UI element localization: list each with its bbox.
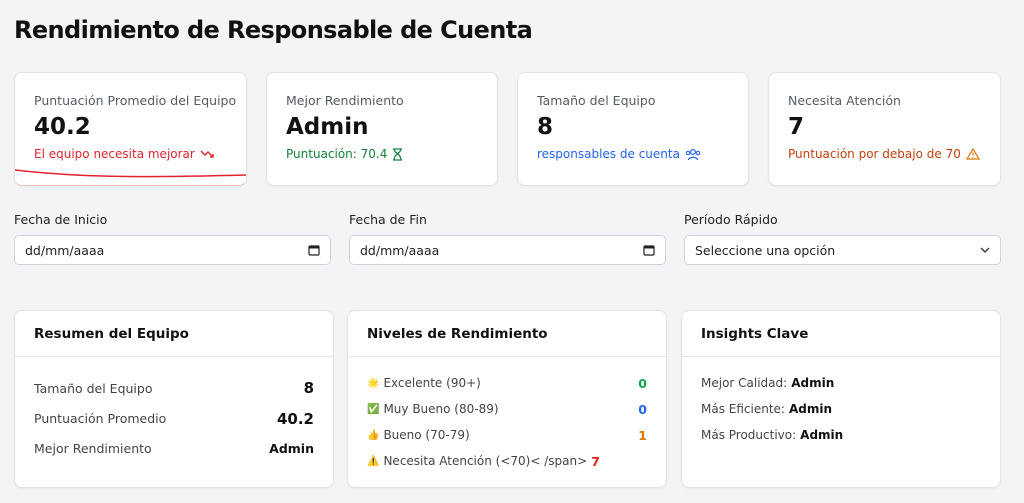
quick-period-select[interactable]: Seleccione una opción [684, 235, 1001, 265]
trending-down-icon [200, 148, 214, 160]
stat-label: Mejor Rendimiento [286, 93, 404, 108]
level-row-very-good: ✅ Muy Bueno (80-89) 0 [367, 401, 647, 417]
check-icon: ✅ [367, 403, 380, 415]
stat-card-team-size: Tamaño del Equipo 8 responsables de cuen… [517, 72, 749, 186]
warning-icon [965, 148, 980, 160]
hourglass-icon [392, 147, 403, 161]
stat-value: 7 [788, 114, 805, 140]
stat-label: Tamaño del Equipo [537, 93, 656, 108]
key-insights-panel: Insights Clave Mejor Calidad: Admin Más E… [681, 310, 1001, 488]
stat-note: Puntuación por debajo de 70 [788, 147, 981, 161]
panel-title: Resumen del Equipo [15, 311, 333, 357]
level-row-excellent: 🌟 Excelente (90+) 0 [367, 375, 647, 391]
end-date-filter: Fecha de Fin dd/mm/aaaa [349, 212, 666, 265]
stat-card-best-performer: Mejor Rendimiento Admin Puntuación: 70.4 [266, 72, 498, 186]
thumbs-up-icon: 👍 [367, 429, 380, 441]
insight-row: Más Eficiente: Admin [701, 402, 833, 416]
stat-value: 8 [537, 114, 554, 140]
stat-value: 40.2 [34, 114, 91, 140]
performance-levels-panel: Niveles de Rendimiento 🌟 Excelente (90+) … [347, 310, 667, 488]
star-icon: 🌟 [367, 377, 380, 389]
summary-row: Mejor Rendimiento Admin [34, 440, 314, 456]
stat-note: El equipo necesita mejorar [34, 147, 227, 161]
panel-title: Niveles de Rendimiento [348, 311, 666, 357]
page-title: Rendimiento de Responsable de Cuenta [14, 16, 533, 44]
stat-label: Necesita Atención [788, 93, 901, 108]
level-row-needs-attention: ⚠️ Necesita Atención (<70)< /span> 7 [367, 453, 600, 469]
start-date-input[interactable]: dd/mm/aaaa [14, 235, 331, 265]
chevron-down-icon [980, 247, 990, 253]
panel-title: Insights Clave [682, 311, 1000, 357]
calendar-icon[interactable] [643, 244, 655, 256]
start-date-filter: Fecha de Inicio dd/mm/aaaa [14, 212, 331, 265]
stat-note: Puntuación: 70.4 [286, 147, 478, 161]
decorative-wave [15, 169, 246, 178]
users-icon [685, 148, 701, 161]
stat-label: Puntuación Promedio del Equipo [34, 93, 237, 108]
stat-card-avg-score: Puntuación Promedio del Equipo 40.2 El e… [14, 72, 247, 186]
insight-row: Más Productivo: Admin [701, 428, 844, 442]
calendar-icon[interactable] [308, 244, 320, 256]
end-date-label: Fecha de Fin [349, 212, 427, 227]
team-summary-panel: Resumen del Equipo Tamaño del Equipo 8 P… [14, 310, 334, 488]
end-date-input[interactable]: dd/mm/aaaa [349, 235, 666, 265]
stat-value: Admin [286, 114, 369, 140]
stat-card-needs-attention: Necesita Atención 7 Puntuación por debaj… [768, 72, 1001, 186]
warning-icon: ⚠️ [367, 455, 380, 467]
start-date-label: Fecha de Inicio [14, 212, 108, 227]
summary-row: Tamaño del Equipo 8 [34, 379, 314, 397]
summary-row: Puntuación Promedio 40.2 [34, 409, 314, 428]
level-row-good: 👍 Bueno (70-79) 1 [367, 427, 647, 443]
quick-period-label: Período Rápido [684, 212, 778, 227]
stat-note: responsables de cuenta [537, 147, 729, 161]
quick-period-filter: Período Rápido Seleccione una opción [684, 212, 1001, 265]
insight-row: Mejor Calidad: Admin [701, 376, 835, 390]
